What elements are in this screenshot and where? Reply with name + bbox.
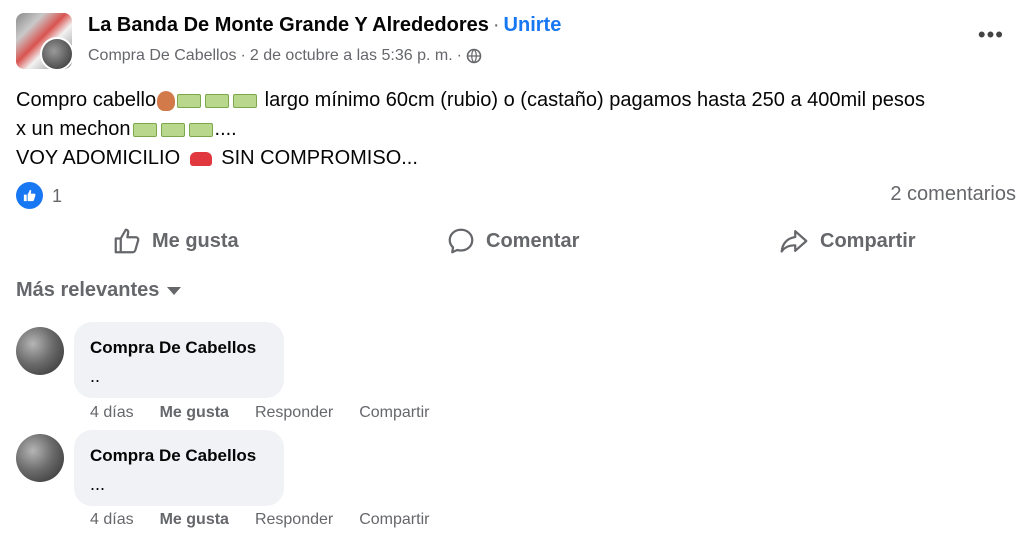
money-emoji-icon — [132, 122, 157, 137]
post-date-link[interactable]: 2 de octubre a las 5:36 p. m. — [250, 47, 453, 65]
comments-count-link[interactable]: 2 comentarios — [890, 183, 1016, 206]
money-emoji-icon — [205, 93, 230, 108]
comment-button[interactable]: Comentar — [446, 224, 579, 258]
share-button-label: Compartir — [820, 229, 916, 252]
more-options-button[interactable]: ••• — [978, 22, 1004, 48]
comment-share-button[interactable]: Compartir — [359, 404, 429, 422]
like-reaction-icon[interactable] — [16, 182, 43, 209]
comment-share-button[interactable]: Compartir — [359, 511, 429, 529]
share-button[interactable]: Compartir — [778, 224, 916, 258]
comment-time[interactable]: 4 días — [90, 511, 134, 529]
money-emoji-icon — [177, 93, 202, 108]
comment-text: ... — [90, 474, 106, 494]
like-button-label: Me gusta — [152, 229, 239, 252]
comment-actions: 4 días Me gusta Responder Compartir — [90, 404, 429, 422]
thumbs-up-icon — [23, 189, 36, 202]
comment-actions: 4 días Me gusta Responder Compartir — [90, 511, 429, 529]
author-link[interactable]: Compra De Cabellos — [88, 47, 237, 65]
post-text-line-2: x un mechon.... — [16, 118, 237, 140]
comments-sort-dropdown[interactable]: Más relevantes — [16, 279, 182, 302]
money-emoji-icon — [160, 122, 185, 137]
globe-icon — [466, 48, 482, 64]
comment-author[interactable]: Compra De Cabellos — [90, 446, 256, 466]
money-emoji-icon — [188, 122, 213, 137]
post-text-line-1: Compro cabello largo mínimo 60cm (rubio)… — [16, 89, 925, 111]
comments-sort-label: Más relevantes — [16, 279, 160, 301]
post-text-line-3: VOY ADOMICILIO SIN COMPROMISO... — [16, 147, 418, 169]
group-avatar[interactable] — [16, 13, 74, 71]
comment-author[interactable]: Compra De Cabellos — [90, 338, 256, 358]
comment-button-label: Comentar — [486, 229, 580, 252]
comment-bubble — [74, 430, 284, 506]
like-button[interactable]: Me gusta — [112, 224, 239, 258]
author-avatar[interactable] — [40, 37, 74, 71]
group-name-link[interactable]: La Banda De Monte Grande Y Alrededores — [88, 14, 489, 36]
post-header-title: La Banda De Monte Grande Y Alrededores · U… — [88, 14, 561, 37]
thumbs-up-outline-icon — [114, 228, 140, 254]
money-emoji-icon — [233, 93, 258, 108]
caret-down-icon — [167, 286, 182, 295]
post-text: Compro cabello largo mínimo 60cm (rubio)… — [16, 86, 1016, 173]
comment-bubble — [74, 322, 284, 398]
comment-reply-button[interactable]: Responder — [255, 404, 333, 422]
comment-bubble-icon — [448, 228, 474, 254]
reactions-count[interactable]: 1 — [52, 186, 62, 207]
woman-emoji-icon — [157, 90, 176, 111]
comment-avatar[interactable] — [16, 327, 64, 375]
post-meta: Compra De Cabellos · 2 de octubre a las … — [88, 47, 482, 65]
join-group-button[interactable]: Unirte — [504, 14, 562, 36]
comment-like-button[interactable]: Me gusta — [160, 511, 229, 529]
comment-reply-button[interactable]: Responder — [255, 511, 333, 529]
separator: · — [492, 14, 500, 36]
car-emoji-icon — [189, 151, 212, 166]
comment-avatar[interactable] — [16, 434, 64, 482]
comment-time[interactable]: 4 días — [90, 404, 134, 422]
comment-text: .. — [90, 366, 101, 386]
comment-like-button[interactable]: Me gusta — [160, 404, 229, 422]
share-arrow-icon — [780, 230, 808, 253]
